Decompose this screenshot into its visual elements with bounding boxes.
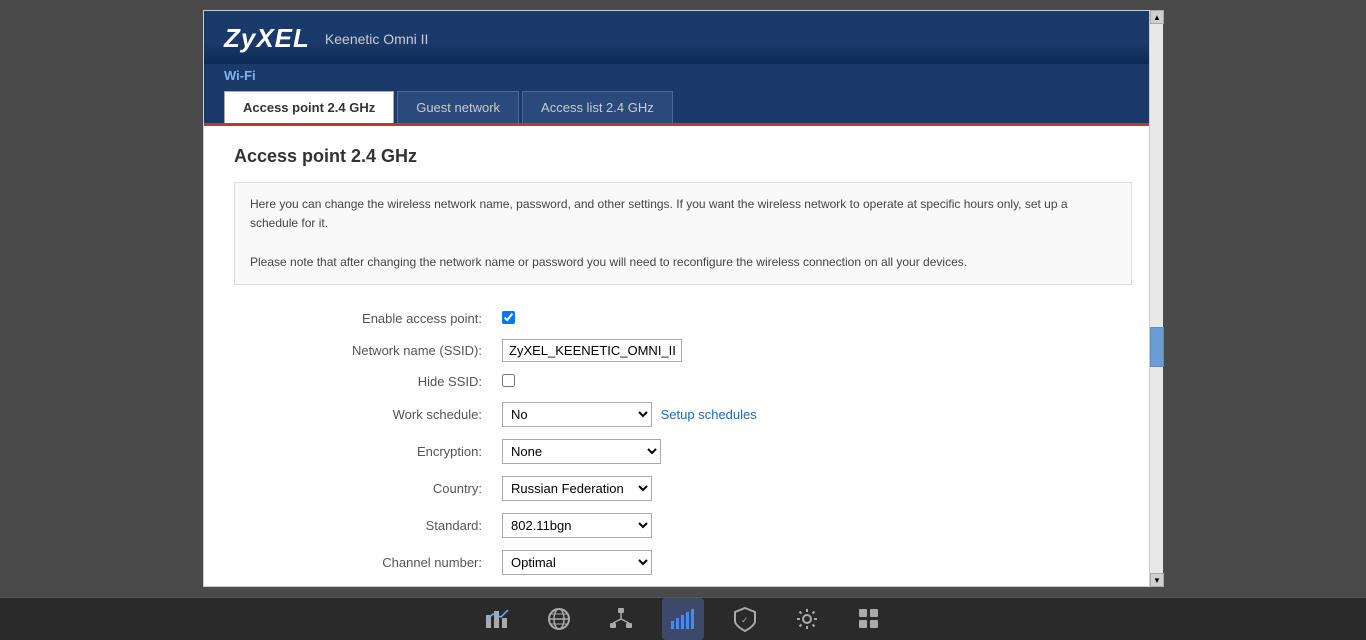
country-select[interactable]: Russian Federation United States Germany… <box>502 476 652 501</box>
hide-ssid-checkbox[interactable] <box>502 374 515 387</box>
channel-number-select[interactable]: Optimal 123 456 789 10111213 <box>502 550 652 575</box>
tab-guest-network[interactable]: Guest network <box>397 91 519 123</box>
encryption-label: Encryption: <box>234 433 494 470</box>
logo-product: Keenetic Omni II <box>325 31 429 47</box>
row-standard: Standard: 802.11bgn 802.11b 802.11g 802.… <box>234 507 1132 544</box>
standard-label: Standard: <box>234 507 494 544</box>
scrollbar-down-button[interactable]: ▼ <box>1150 573 1164 587</box>
hide-ssid-label: Hide SSID: <box>234 368 494 396</box>
standard-value: 802.11bgn 802.11b 802.11g 802.11n <box>494 507 1132 544</box>
schedule-select[interactable]: No Yes <box>502 402 652 427</box>
info-line2: Please note that after changing the netw… <box>250 253 1116 272</box>
panel: ZyXEL Keenetic Omni II Wi-Fi Access poin… <box>203 10 1163 587</box>
schedule-value: No Yes Setup schedules <box>494 396 1132 433</box>
taskbar-network-icon[interactable] <box>600 598 642 640</box>
tabs-bar: Access point 2.4 GHz Guest network Acces… <box>204 91 1162 126</box>
country-value: Russian Federation United States Germany… <box>494 470 1132 507</box>
channel-number-value: Optimal 123 456 789 10111213 <box>494 544 1132 581</box>
info-box: Here you can change the wireless network… <box>234 182 1132 285</box>
taskbar-settings-icon[interactable] <box>786 598 828 640</box>
row-encryption: Encryption: None WEP WPA-PSK WPA2-PSK WP… <box>234 433 1132 470</box>
enable-label: Enable access point: <box>234 305 494 333</box>
row-schedule: Work schedule: No Yes Setup schedules <box>234 396 1132 433</box>
taskbar-internet-icon[interactable] <box>538 598 580 640</box>
taskbar-wifi-icon[interactable] <box>662 598 704 640</box>
channel-number-label: Channel number: <box>234 544 494 581</box>
tab-access-list[interactable]: Access list 2.4 GHz <box>522 91 673 123</box>
row-ssid: Network name (SSID): <box>234 333 1132 368</box>
panel-subtitle: Wi-Fi <box>204 64 1162 91</box>
scrollbar-up-button[interactable]: ▲ <box>1150 10 1164 24</box>
page-title: Access point 2.4 GHz <box>234 146 1132 167</box>
ssid-value <box>494 333 1132 368</box>
form-table: Enable access point: Network name (SSID)… <box>234 305 1132 586</box>
row-enable: Enable access point: <box>234 305 1132 333</box>
hide-ssid-value <box>494 368 1132 396</box>
encryption-value: None WEP WPA-PSK WPA2-PSK WPA-PSK/WPA2-P… <box>494 433 1132 470</box>
ssid-input[interactable] <box>502 339 682 362</box>
row-country: Country: Russian Federation United State… <box>234 470 1132 507</box>
logo-zyxel: ZyXEL <box>224 23 310 54</box>
row-channel-number: Channel number: Optimal 123 456 789 1011… <box>234 544 1132 581</box>
svg-text:✓: ✓ <box>741 615 749 625</box>
main-wrapper: ZyXEL Keenetic Omni II Wi-Fi Access poin… <box>0 0 1366 623</box>
taskbar-security-icon[interactable]: ✓ <box>724 598 766 640</box>
schedule-label: Work schedule: <box>234 396 494 433</box>
taskbar-statistics-icon[interactable] <box>476 598 518 640</box>
setup-schedules-link[interactable]: Setup schedules <box>661 407 757 422</box>
panel-header: ZyXEL Keenetic Omni II <box>204 11 1162 64</box>
panel-scrollbar[interactable]: ▲ ▼ <box>1149 10 1163 587</box>
taskbar-apps-icon[interactable] <box>848 598 890 640</box>
encryption-select[interactable]: None WEP WPA-PSK WPA2-PSK WPA-PSK/WPA2-P… <box>502 439 661 464</box>
country-label: Country: <box>234 470 494 507</box>
optimal-channel-label: Choosing the optimal channel: <box>234 581 494 586</box>
scrollbar-thumb[interactable] <box>1150 327 1164 367</box>
optimal-channel-value: At start Always Never <box>494 581 1132 586</box>
taskbar: ✓ <box>0 597 1366 640</box>
row-hide-ssid: Hide SSID: <box>234 368 1132 396</box>
ssid-label: Network name (SSID): <box>234 333 494 368</box>
tab-access-point[interactable]: Access point 2.4 GHz <box>224 91 394 123</box>
panel-outer: ZyXEL Keenetic Omni II Wi-Fi Access poin… <box>203 10 1163 587</box>
row-optimal-channel: Choosing the optimal channel: At start A… <box>234 581 1132 586</box>
info-line1: Here you can change the wireless network… <box>250 195 1116 233</box>
content-area: ZyXEL Keenetic Omni II Wi-Fi Access poin… <box>0 0 1366 597</box>
enable-checkbox[interactable] <box>502 311 515 324</box>
panel-content: Access point 2.4 GHz Here you can change… <box>204 126 1162 586</box>
standard-select[interactable]: 802.11bgn 802.11b 802.11g 802.11n <box>502 513 652 538</box>
enable-value <box>494 305 1132 333</box>
